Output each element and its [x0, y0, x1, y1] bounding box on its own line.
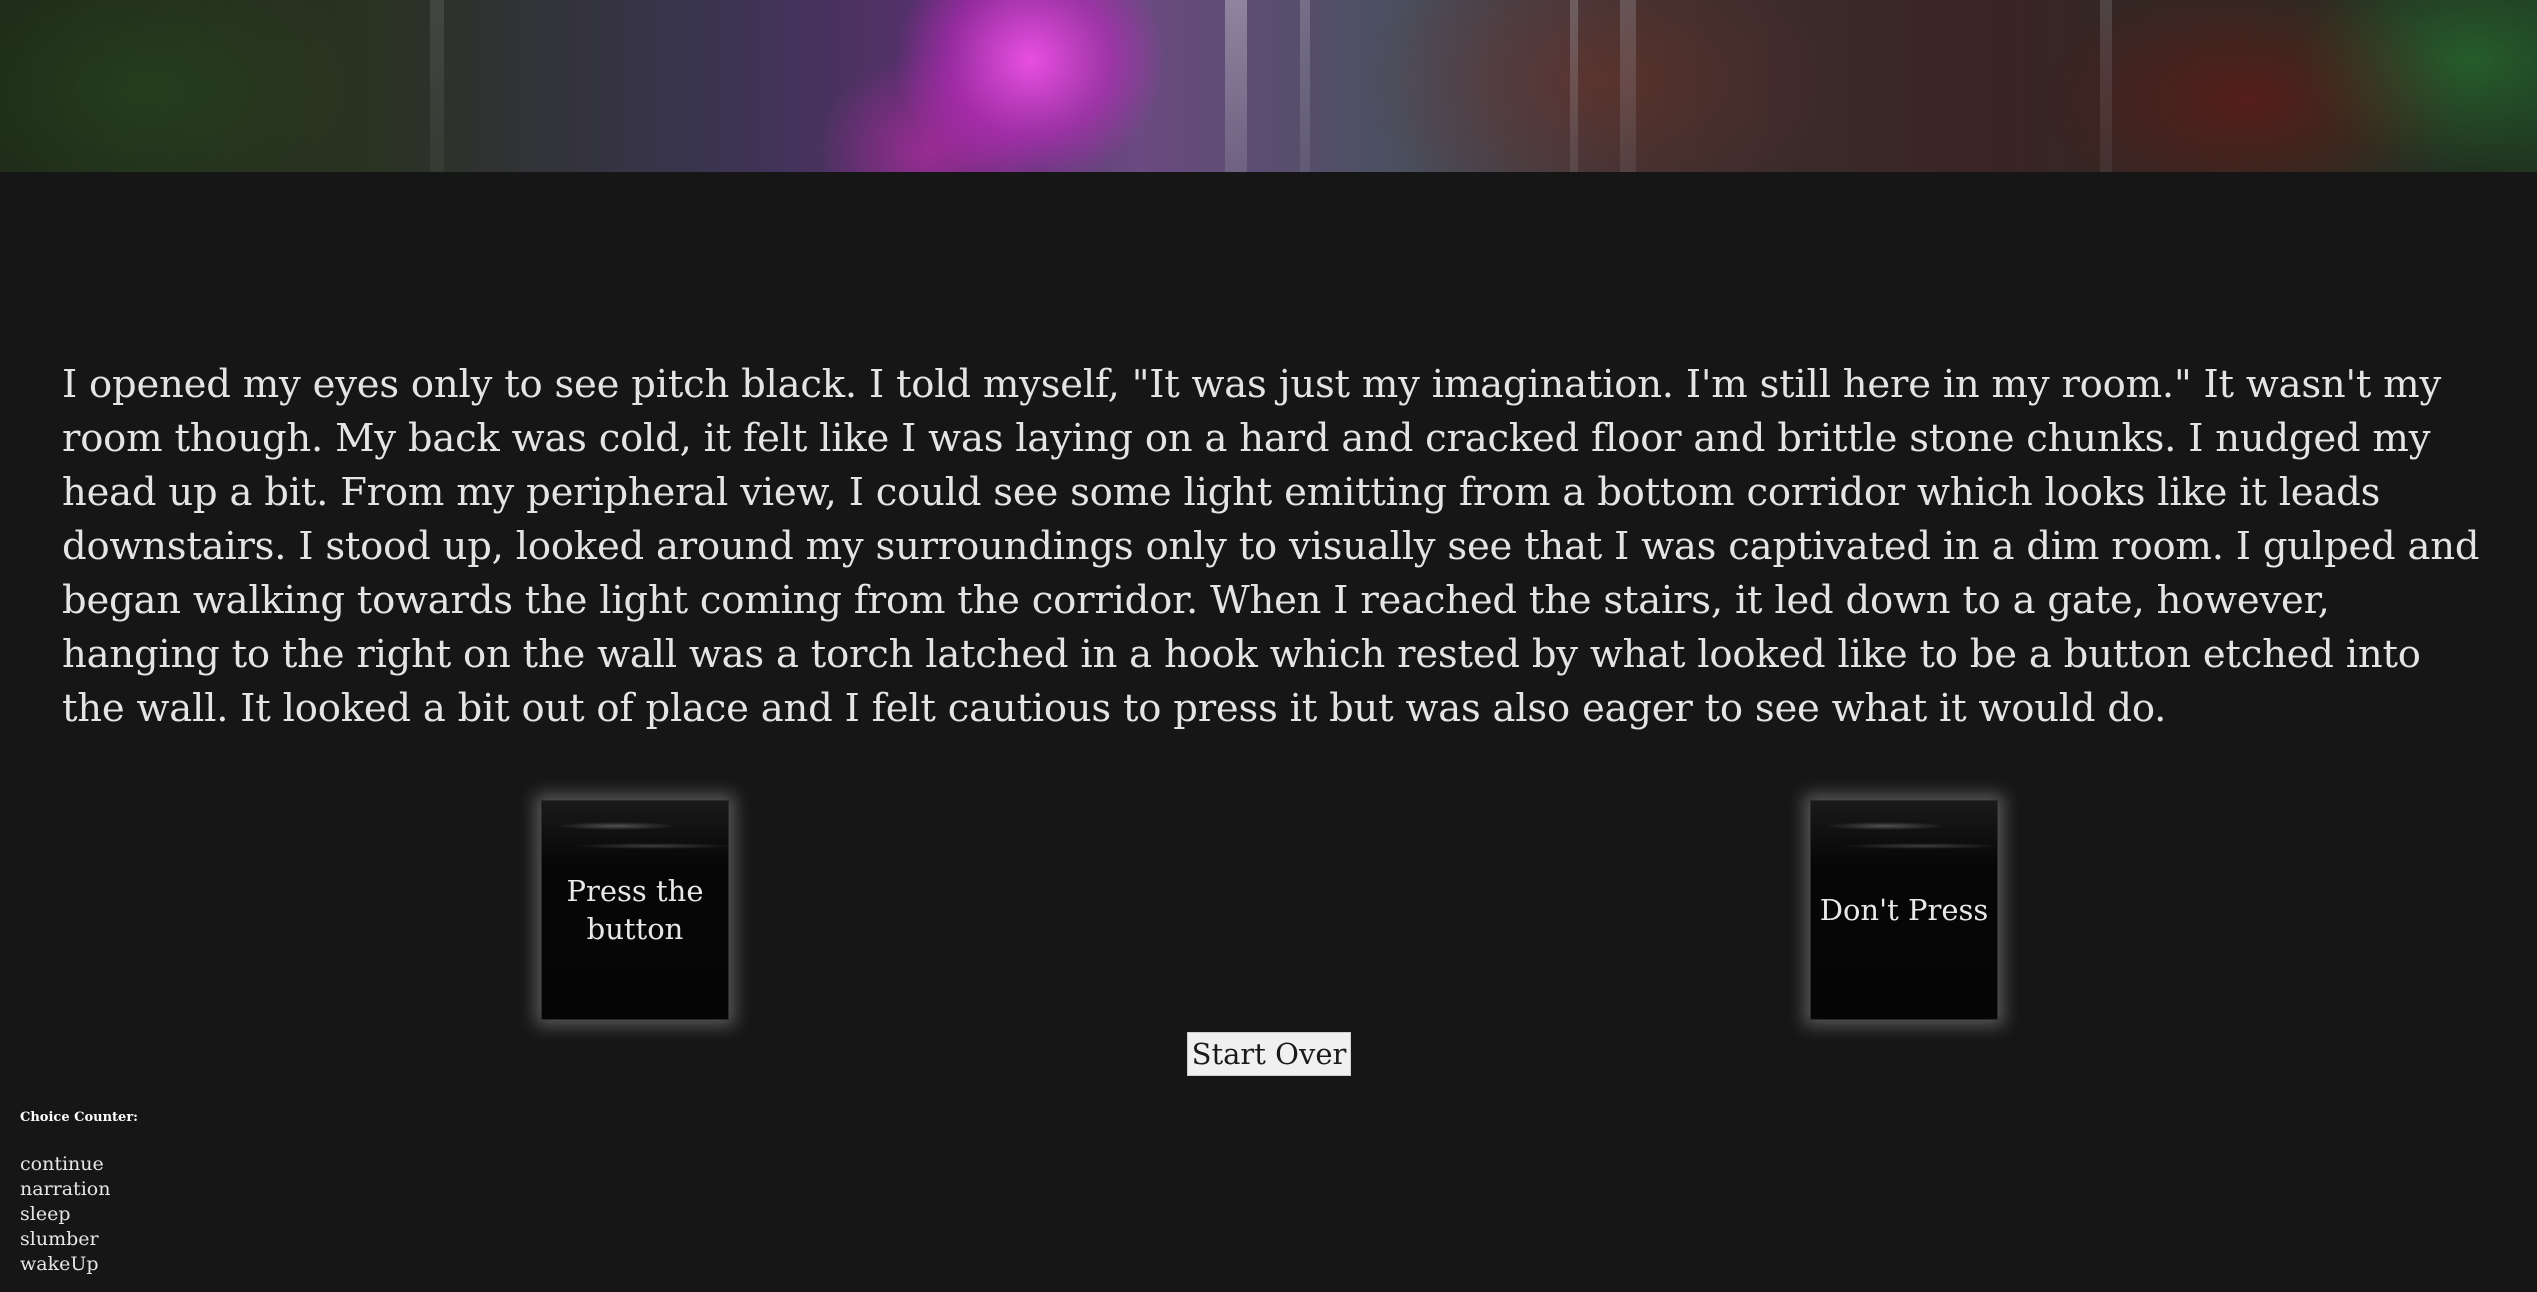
- list-item: slumber: [20, 1228, 99, 1250]
- choice-label: Don't Press: [1819, 893, 1989, 927]
- forest-banner-image: [0, 0, 2537, 172]
- tree-trunk-decoration: [430, 0, 444, 172]
- tree-trunk-decoration: [1570, 0, 1578, 172]
- choice-press-button[interactable]: Press the button: [541, 800, 729, 1020]
- story-page: I opened my eyes only to see pitch black…: [0, 0, 2537, 1292]
- choice-counter-title: Choice Counter:: [20, 1110, 138, 1125]
- tree-trunk-decoration: [1620, 0, 1636, 172]
- tree-trunk-decoration: [2100, 0, 2112, 172]
- choice-dont-press[interactable]: Don't Press: [1810, 800, 1998, 1020]
- tree-trunk-decoration: [1225, 0, 1247, 172]
- list-item: sleep: [20, 1203, 71, 1225]
- list-item: wakeUp: [20, 1253, 99, 1275]
- list-item: continue: [20, 1153, 104, 1175]
- tree-trunk-decoration: [1300, 0, 1310, 172]
- choice-counter-list: continue narration sleep slumber wakeUp: [20, 1152, 110, 1277]
- list-item: narration: [20, 1178, 111, 1200]
- choice-label: Press the button: [566, 874, 704, 946]
- start-over-button[interactable]: Start Over: [1187, 1032, 1351, 1076]
- story-text: I opened my eyes only to see pitch black…: [62, 362, 2480, 731]
